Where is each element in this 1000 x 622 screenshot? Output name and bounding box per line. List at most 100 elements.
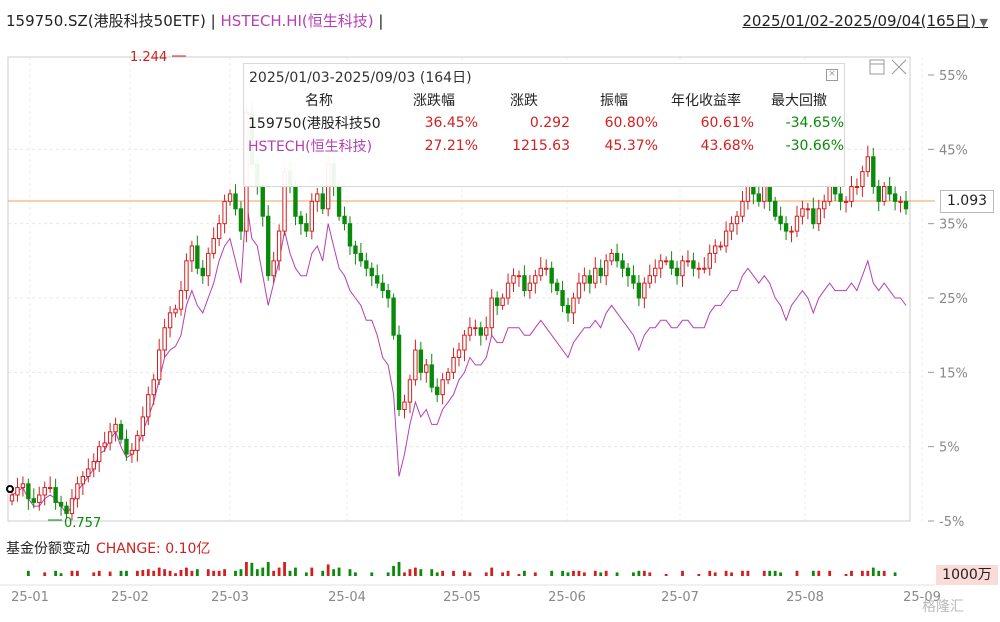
flow-bar	[604, 570, 608, 576]
candle-body	[211, 238, 216, 254]
flow-bar	[70, 570, 74, 576]
flow-bar	[108, 571, 112, 576]
flow-bar	[561, 570, 564, 576]
flow-bar	[599, 572, 603, 576]
x-tick-label: 25-05	[443, 590, 481, 605]
last-price-tag: 1.093	[940, 190, 994, 213]
flow-bar	[533, 572, 537, 576]
flow-bar	[452, 570, 455, 576]
x-tick-label: 25-02	[111, 590, 149, 605]
candle-body	[767, 186, 772, 202]
flow-bar	[245, 562, 248, 576]
stats-panel: 2025/01/03-2025/09/03 (164日) × 名称 涨跌幅 涨跌…	[243, 63, 845, 187]
flow-bar	[326, 564, 330, 576]
candle-body	[751, 186, 756, 195]
candle-body	[435, 386, 440, 396]
flow-bar	[43, 572, 47, 576]
flow-bar	[697, 574, 701, 576]
candle-body	[838, 193, 843, 202]
candle-body	[418, 349, 424, 373]
flow-bar	[163, 569, 167, 576]
row-annual: 60.61%	[700, 114, 754, 131]
close-icon[interactable]: ×	[826, 69, 838, 81]
candle-body	[625, 267, 631, 277]
flow-bar	[179, 570, 183, 576]
flow-bar	[125, 570, 128, 576]
col-chg-pct: 涨跌幅	[413, 92, 455, 109]
candle-body	[206, 252, 211, 277]
candle-body	[903, 200, 909, 210]
candle-body	[827, 186, 832, 202]
flow-bar	[310, 567, 314, 576]
x-tick-label: 25-08	[786, 590, 824, 605]
flow-bar	[741, 570, 744, 576]
flow-bar	[860, 570, 864, 576]
candle-body	[429, 364, 434, 388]
flow-bar	[632, 572, 635, 576]
flow-bar	[468, 572, 472, 576]
candle-body	[658, 260, 663, 269]
candle-body	[696, 267, 702, 270]
flow-bar	[294, 567, 297, 576]
candle-body	[102, 442, 107, 448]
flow-bar	[255, 569, 259, 576]
flow-bar	[272, 570, 276, 576]
candle-body	[162, 327, 167, 351]
candle-body	[560, 290, 565, 306]
candle-body	[674, 267, 680, 277]
row-name: 159750(港股科技50	[248, 115, 381, 132]
candle-body	[37, 494, 42, 503]
restore-icon	[869, 59, 885, 75]
flow-bar	[26, 570, 30, 576]
candle-body	[135, 435, 140, 451]
flow-bar	[250, 562, 254, 576]
flow-bar	[648, 572, 652, 576]
candle-body	[184, 260, 189, 292]
candle-body	[794, 215, 800, 232]
candle-body	[53, 487, 58, 503]
fund-flow-label: 基金份额变动 CHANGE: 0.10亿	[6, 538, 210, 558]
candle-body	[609, 252, 614, 262]
flow-bar	[435, 572, 439, 576]
flow-bar	[795, 570, 799, 576]
candle-body	[173, 308, 178, 314]
candle-body	[849, 186, 854, 202]
candle-body	[778, 215, 783, 225]
candle-body	[685, 260, 691, 263]
candle-body	[516, 275, 522, 278]
candle-body	[522, 275, 527, 292]
flow-bar	[724, 570, 728, 576]
flow-bar	[190, 570, 194, 576]
flow-bar	[97, 570, 101, 576]
candle-body	[729, 223, 734, 232]
candle-body	[680, 260, 685, 277]
candle-body	[146, 394, 151, 418]
flow-bar	[152, 570, 156, 576]
flow-bar	[871, 567, 875, 576]
stats-header-row: 名称 涨跌幅 涨跌 振幅 年化收益率 最大回撤	[244, 88, 844, 111]
candle-body	[385, 290, 391, 299]
x-tick-label: 25-03	[211, 590, 249, 605]
candle-body	[156, 349, 162, 381]
x-tick-label: 25-04	[328, 590, 366, 605]
candle-body	[527, 282, 533, 292]
candle-body	[391, 297, 396, 336]
candle-body	[816, 208, 821, 225]
table-row: 159750(港股科技50 36.45% 0.292 60.80% 60.61%…	[244, 111, 844, 134]
candle-body	[113, 423, 118, 433]
candle-body	[887, 186, 892, 195]
flow-bar	[397, 562, 401, 576]
row-amp: 60.80%	[604, 114, 658, 131]
candle-body	[489, 297, 494, 329]
flow-bar	[348, 569, 352, 576]
candle-body	[593, 267, 598, 284]
candle-body	[20, 483, 26, 489]
candle-body	[293, 186, 298, 217]
candle-body	[871, 156, 876, 187]
flow-bar	[141, 570, 145, 576]
flow-bar	[713, 572, 717, 576]
high-annotation: 1.244	[130, 50, 167, 65]
flow-bar	[146, 569, 150, 576]
candle-body	[762, 186, 767, 202]
flow-bar	[76, 570, 79, 576]
